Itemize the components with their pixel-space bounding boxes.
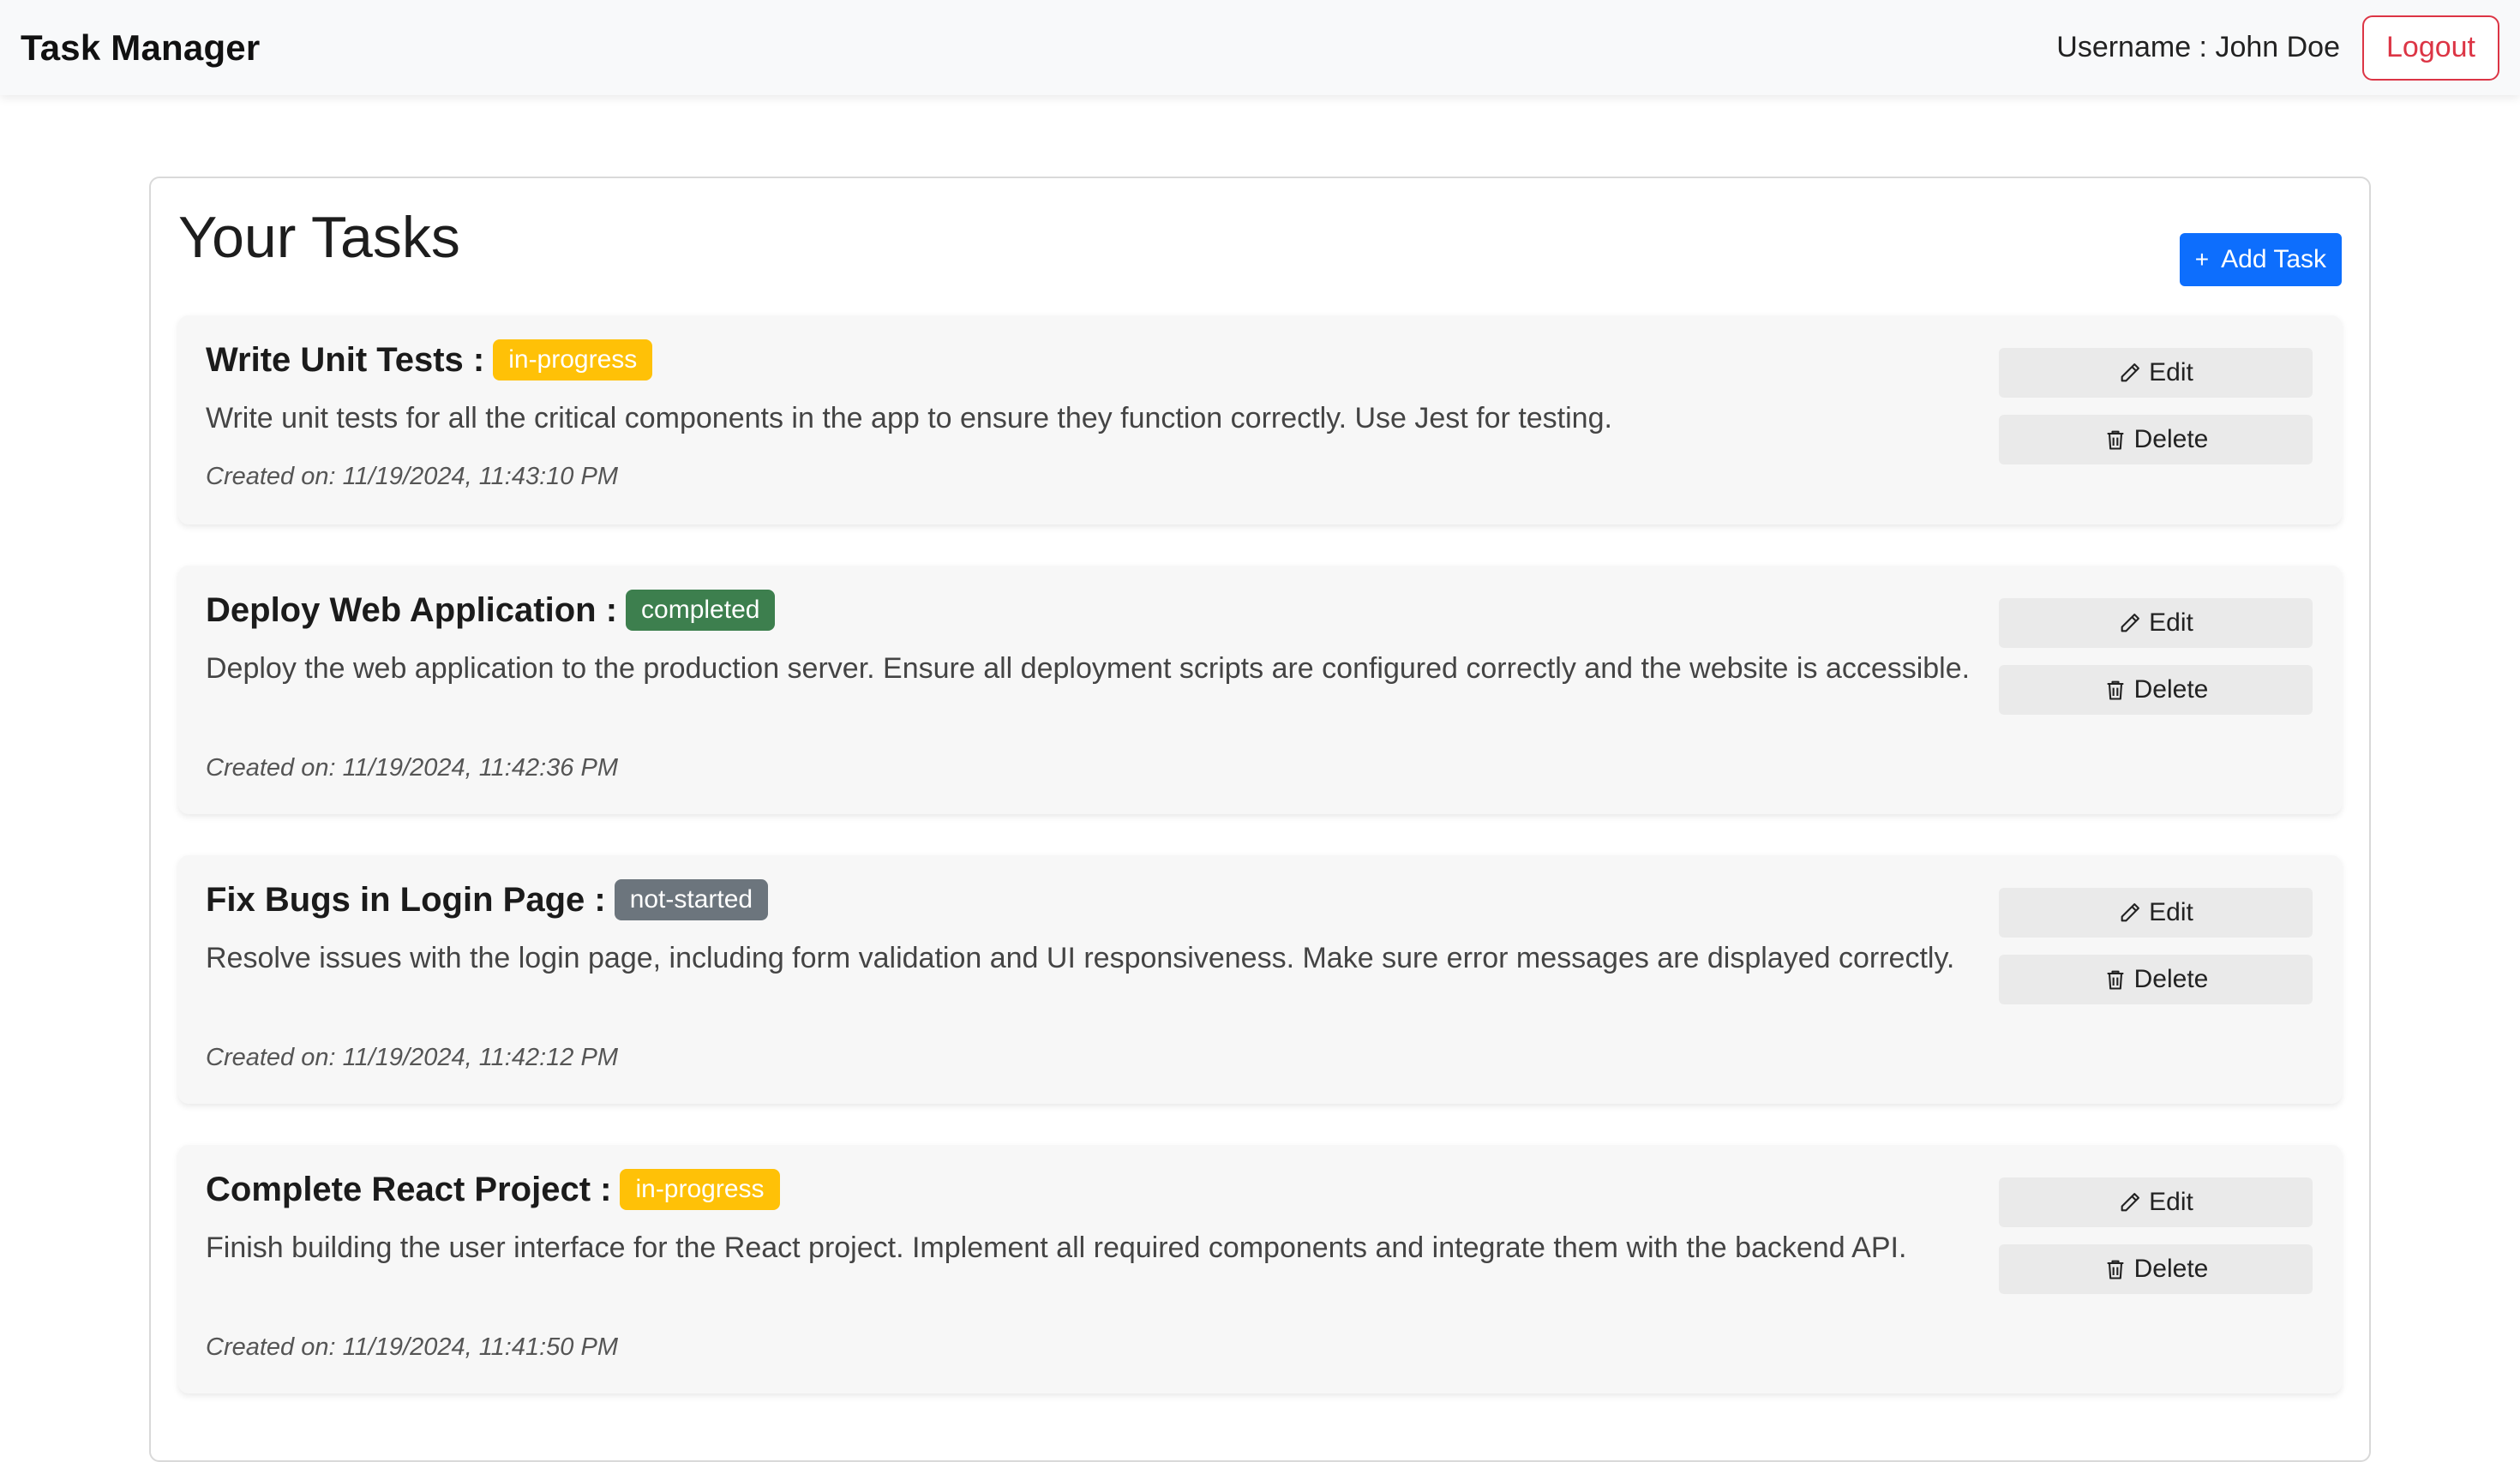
pencil-icon	[2121, 1193, 2140, 1212]
task-created-date: Created on: 11/19/2024, 11:42:36 PM	[206, 754, 618, 782]
edit-label: Edit	[2149, 898, 2193, 926]
task-header: Complete React Project : in-progress	[206, 1169, 780, 1210]
task-title: Write Unit Tests :	[206, 340, 485, 379]
edit-label: Edit	[2149, 1188, 2193, 1216]
delete-label: Delete	[2133, 425, 2209, 453]
delete-label: Delete	[2133, 1255, 2209, 1283]
logout-button[interactable]: Logout	[2362, 15, 2499, 81]
nav-user-area: Username : John Doe Logout	[2056, 15, 2499, 81]
task-description: Deploy the web application to the produc…	[206, 652, 1971, 685]
trash-icon	[2107, 680, 2123, 700]
delete-label: Delete	[2133, 675, 2209, 704]
status-badge: not-started	[614, 879, 769, 920]
task-description: Resolve issues with the login page, incl…	[206, 942, 1955, 974]
pencil-icon	[2121, 614, 2140, 632]
delete-button[interactable]: Delete	[1999, 665, 2313, 715]
trash-icon	[2107, 1260, 2123, 1279]
task-card: Write Unit Tests : in-progress Write uni…	[178, 315, 2342, 524]
task-description: Finish building the user interface for t…	[206, 1231, 1907, 1264]
edit-button[interactable]: Edit	[1999, 1177, 2313, 1227]
pencil-icon	[2121, 363, 2140, 382]
delete-label: Delete	[2133, 965, 2209, 993]
task-title: Deploy Web Application :	[206, 590, 618, 629]
status-badge: in-progress	[493, 339, 653, 380]
edit-label: Edit	[2149, 608, 2193, 637]
add-task-button[interactable]: + Add Task	[2179, 233, 2342, 286]
task-created-date: Created on: 11/19/2024, 11:41:50 PM	[206, 1333, 618, 1361]
task-card: Fix Bugs in Login Page : not-started Res…	[178, 855, 2342, 1104]
plus-icon: +	[2194, 246, 2210, 273]
task-created-date: Created on: 11/19/2024, 11:43:10 PM	[206, 463, 618, 490]
task-header: Fix Bugs in Login Page : not-started	[206, 879, 769, 920]
trash-icon	[2107, 430, 2123, 450]
pencil-icon	[2121, 903, 2140, 922]
edit-button[interactable]: Edit	[1999, 888, 2313, 938]
task-header: Write Unit Tests : in-progress	[206, 339, 653, 380]
delete-button[interactable]: Delete	[1999, 1244, 2313, 1294]
task-header: Deploy Web Application : completed	[206, 590, 776, 631]
app-brand[interactable]: Task Manager	[21, 27, 260, 69]
task-description: Write unit tests for all the critical co…	[206, 402, 1612, 434]
task-title: Fix Bugs in Login Page :	[206, 880, 606, 919]
status-badge: completed	[626, 590, 776, 631]
page-title: Your Tasks	[178, 205, 460, 270]
delete-button[interactable]: Delete	[1999, 955, 2313, 1004]
tasks-panel: Your Tasks + Add Task Write Unit Tests :…	[149, 177, 2371, 1462]
username-label: Username : John Doe	[2056, 31, 2340, 63]
task-card: Deploy Web Application : completed Deplo…	[178, 566, 2342, 814]
edit-button[interactable]: Edit	[1999, 348, 2313, 398]
trash-icon	[2107, 970, 2123, 990]
navbar: Task Manager Username : John Doe Logout	[0, 0, 2520, 95]
task-card: Complete React Project : in-progress Fin…	[178, 1145, 2342, 1393]
task-created-date: Created on: 11/19/2024, 11:42:12 PM	[206, 1044, 618, 1071]
delete-button[interactable]: Delete	[1999, 415, 2313, 464]
task-title: Complete React Project :	[206, 1170, 612, 1208]
status-badge: in-progress	[620, 1169, 780, 1210]
edit-label: Edit	[2149, 358, 2193, 386]
add-task-label: Add Task	[2221, 245, 2326, 273]
edit-button[interactable]: Edit	[1999, 598, 2313, 648]
